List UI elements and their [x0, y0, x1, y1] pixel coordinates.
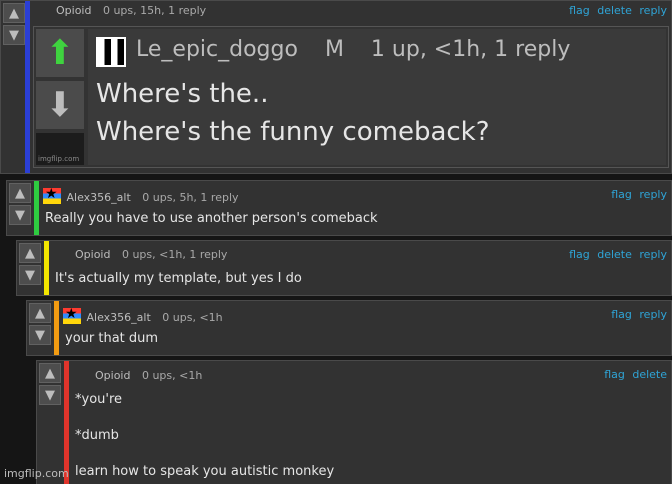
embedded-downvote-icon: ⬇: [36, 81, 84, 129]
downvote-button[interactable]: ▼: [19, 265, 41, 285]
delete-link[interactable]: delete: [632, 368, 667, 381]
embedded-avatar-icon: [96, 37, 126, 67]
reply-link[interactable]: reply: [639, 4, 667, 17]
comment-stats: 0 ups, 5h, 1 reply: [142, 191, 239, 204]
reply-link[interactable]: reply: [639, 188, 667, 201]
vote-column: ▲ ▼: [17, 241, 45, 285]
embedded-text-line-1: Where's the..: [96, 79, 269, 109]
upvote-button[interactable]: ▲: [19, 243, 41, 263]
comment-actions: flag reply: [607, 308, 667, 321]
downvote-button[interactable]: ▼: [29, 325, 51, 345]
embedded-upvote-icon: ⬆: [36, 29, 84, 77]
flag-link[interactable]: flag: [569, 4, 590, 17]
downvote-button[interactable]: ▼: [39, 385, 61, 405]
thread-stripe: [54, 301, 59, 355]
comment-meta: Alex356_alt 0 ups, 5h, 1 reply: [43, 186, 239, 204]
embedded-comment-image: ⬆ ⬇ imgflip.com Le_epic_doggo M 1 up, <1…: [33, 26, 669, 168]
comment-actions: flag delete: [600, 368, 667, 381]
delete-link[interactable]: delete: [597, 4, 632, 17]
author-link[interactable]: Alex356_alt: [67, 191, 131, 204]
embedded-stats: 1 up, <1h, 1 reply: [370, 37, 571, 62]
comment-5: ▲ ▼ Opioid 0 ups, <1h flag delete *you'r…: [36, 360, 672, 484]
down-arrow-icon: ▼: [45, 387, 55, 403]
author-link[interactable]: Opioid: [75, 248, 110, 261]
comment-stats: 0 ups, <1h: [141, 369, 203, 382]
author-link[interactable]: Opioid: [56, 4, 91, 17]
thread-stripe: [25, 1, 30, 173]
comment-meta: Alex356_alt 0 ups, <1h: [63, 306, 223, 324]
comment-text: It's actually my template, but yes I do: [55, 271, 302, 286]
up-arrow-icon: ▲: [25, 245, 35, 261]
embedded-author-name: Le_epic_doggo: [136, 37, 298, 62]
comment-text: Really you have to use another person's …: [45, 211, 378, 226]
comment-3: ▲ ▼ Opioid 0 ups, <1h, 1 reply flag dele…: [16, 240, 672, 296]
comment-meta: Opioid 0 ups, <1h: [95, 369, 202, 382]
author-link[interactable]: Opioid: [95, 369, 130, 382]
flag-link[interactable]: flag: [569, 248, 590, 261]
flag-link[interactable]: flag: [611, 188, 632, 201]
comment-actions: flag delete reply: [565, 4, 667, 17]
upvote-button[interactable]: ▲: [3, 3, 25, 23]
comment-stats: 0 ups, 15h, 1 reply: [102, 4, 207, 17]
vote-column: ▲ ▼: [37, 361, 65, 405]
downvote-button[interactable]: ▼: [3, 25, 25, 45]
comment-stats: 0 ups, <1h: [162, 311, 223, 324]
reply-link[interactable]: reply: [639, 308, 667, 321]
comment-actions: flag reply: [607, 188, 667, 201]
embedded-comment-body: Le_epic_doggo M 1 up, <1h, 1 reply Where…: [88, 29, 666, 165]
down-arrow-icon: ▼: [35, 327, 45, 343]
comment-4: ▲ ▼ Alex356_alt 0 ups, <1h flag reply yo…: [26, 300, 672, 356]
comment-actions: flag delete reply: [565, 248, 667, 261]
avatar-icon: [43, 186, 61, 204]
comment-meta: Opioid 0 ups, 15h, 1 reply: [56, 4, 206, 17]
comment-text-line-2: *dumb: [75, 428, 119, 443]
comment-text-line-1: *you're: [75, 392, 123, 407]
up-arrow-icon: ▲: [15, 185, 25, 201]
thread-stripe: [34, 181, 39, 235]
comment-text: your that dum: [65, 331, 159, 346]
embedded-watermark: imgflip.com: [38, 155, 80, 163]
delete-link[interactable]: delete: [597, 248, 632, 261]
down-arrow-icon: ▼: [25, 267, 35, 283]
comment-meta: Opioid 0 ups, <1h, 1 reply: [75, 248, 227, 261]
upvote-button[interactable]: ▲: [39, 363, 61, 383]
reply-link[interactable]: reply: [639, 248, 667, 261]
thread-stripe: [64, 361, 69, 484]
comment-text-line-3: learn how to speak you autistic monkey: [75, 464, 335, 479]
embedded-author-line: Le_epic_doggo M 1 up, <1h, 1 reply: [136, 37, 570, 62]
comment-stats: 0 ups, <1h, 1 reply: [121, 248, 228, 261]
upvote-button[interactable]: ▲: [29, 303, 51, 323]
thread-stripe: [44, 241, 49, 295]
avatar-icon: [63, 306, 81, 324]
flag-link[interactable]: flag: [611, 308, 632, 321]
up-arrow-icon: ▲: [35, 305, 45, 321]
vote-column: ▲ ▼: [7, 181, 35, 225]
down-arrow-icon: ▼: [15, 207, 25, 223]
downvote-button[interactable]: ▼: [9, 205, 31, 225]
up-arrow-icon: ▲: [45, 365, 55, 381]
author-link[interactable]: Alex356_alt: [87, 311, 151, 324]
imgflip-watermark: imgflip.com: [4, 467, 69, 480]
embedded-text-line-2: Where's the funny comeback?: [96, 117, 490, 147]
up-arrow-icon: ▲: [9, 5, 19, 21]
vote-column: ▲ ▼: [27, 301, 55, 345]
comment-2: ▲ ▼ Alex356_alt 0 ups, 5h, 1 reply flag …: [6, 180, 672, 236]
embedded-badge: M: [324, 37, 344, 62]
flag-link[interactable]: flag: [604, 368, 625, 381]
down-arrow-icon: ▼: [9, 27, 19, 43]
upvote-button[interactable]: ▲: [9, 183, 31, 203]
comment-1: ▲ ▼ Opioid 0 ups, 15h, 1 reply flag dele…: [0, 0, 672, 174]
